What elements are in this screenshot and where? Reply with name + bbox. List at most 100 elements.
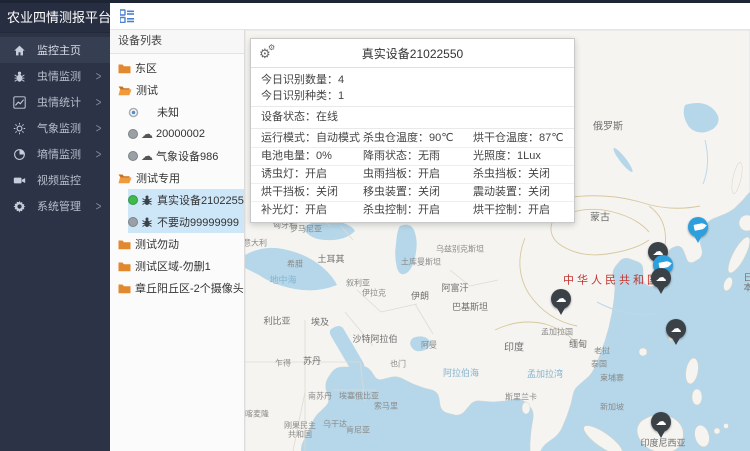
sidebar-item-system-manage[interactable]: 系统管理 >: [0, 193, 110, 219]
tree-item-device-21022550[interactable]: 真实设备21022550: [110, 189, 244, 211]
video-icon: [12, 173, 26, 187]
folder-open-icon: [118, 173, 132, 184]
popup-field: 虫雨挡板：开启: [363, 166, 473, 183]
tree-item-test-region[interactable]: 测试区域-勿删1: [110, 255, 244, 277]
chevron-right-icon: >: [96, 199, 102, 212]
tree-item-label: 测试勿动: [135, 236, 179, 252]
popup-field: 烘干仓温度：87℃: [473, 130, 574, 147]
sidebar-item-insect-monitor[interactable]: 虫情监测>: [0, 63, 110, 89]
pin-tail: [671, 336, 681, 345]
popup-field: 震动装置：关闭: [473, 184, 574, 201]
tree-item-test-notouch[interactable]: 测试勿动: [110, 233, 244, 255]
chart-icon: [12, 95, 26, 109]
tree-item-content: 东区: [118, 57, 244, 79]
tree-item-label: 测试: [136, 82, 158, 98]
folder-closed-icon: [118, 283, 131, 294]
sidebar-item-label: 视频监控: [37, 172, 81, 188]
video-camera-icon: [693, 223, 703, 231]
chevron-right-icon: >: [96, 121, 102, 134]
popup-field: 降雨状态：无雨: [363, 148, 473, 165]
sidebar-item-label: 气象监测: [37, 120, 81, 136]
popup-grid-row: 诱虫灯：开启虫雨挡板：开启杀虫挡板：关闭: [251, 165, 574, 183]
tree-item-content: 未知: [128, 101, 244, 123]
tree-item-content: 测试: [118, 79, 244, 101]
folder-closed-icon: [118, 261, 131, 272]
tree-item-label: 不要动99999999: [157, 214, 239, 230]
popup-field: 烘干挡板：关闭: [261, 184, 363, 201]
cloud-icon: ☁: [656, 273, 667, 284]
sidebar-item-video-monitor[interactable]: 视频监控: [0, 167, 110, 193]
tree-item-content: ☁20000002: [128, 123, 244, 145]
tree-item-content: 测试专用: [118, 167, 244, 189]
tree-item-label: 20000002: [156, 128, 205, 140]
bug-icon: [141, 216, 153, 228]
tree-item-label: 真实设备21022550: [157, 192, 244, 208]
home-icon: [12, 43, 26, 57]
popup-field: 移虫装置：关闭: [363, 184, 473, 201]
tree-item-east-zone[interactable]: 东区: [110, 57, 244, 79]
tree-item-content: 章丘阳丘区-2个摄像头: [118, 277, 244, 299]
sun-icon: [12, 121, 26, 135]
sidebar-item-label: 墒情监测: [37, 146, 81, 162]
tree-item-unknown-device[interactable]: 未知: [110, 101, 244, 123]
status-dot-gray: [128, 129, 138, 139]
tree-item-device-99999999[interactable]: 不要动99999999: [110, 211, 244, 233]
tree-item-content: 测试勿动: [118, 233, 244, 255]
device-panel-title: 设备列表: [110, 30, 244, 54]
popup-field: 诱虫灯：开启: [261, 166, 363, 183]
popup-field: 光照度：1Lux: [473, 148, 574, 165]
popup-header: ⚙⚙ 真实设备21022550: [251, 39, 574, 68]
map-canvas[interactable]: 俄罗斯蒙古中华人民共和国哈萨克斯坦乌克兰捷克匈牙利罗马尼亚意大利希腊土耳其乌兹别…: [245, 30, 750, 451]
pin-tail: [656, 429, 666, 438]
tree-item-label: 气象设备986: [156, 148, 218, 164]
tree-item-content: 真实设备21022550: [128, 189, 244, 211]
tree-item-device-986[interactable]: ☁气象设备986: [110, 145, 244, 167]
sidebar-item-insect-stats[interactable]: 虫情统计 >: [0, 89, 110, 115]
tree-item-test-zone[interactable]: 测试: [110, 79, 244, 101]
popup-field: 电池电量：0%: [261, 148, 363, 165]
camera-device-pin[interactable]: [687, 217, 709, 243]
cloud-icon: ☁: [556, 294, 567, 305]
chevron-right-icon: >: [96, 95, 102, 108]
weather-device-pin[interactable]: ☁: [550, 289, 572, 315]
weather-device-pin[interactable]: ☁: [650, 268, 672, 294]
weather-device-pin[interactable]: ☁: [665, 319, 687, 345]
tree-item-zhangqiu[interactable]: 章丘阳丘区-2个摄像头: [110, 277, 244, 299]
tree-item-device-20000002[interactable]: ☁20000002: [110, 123, 244, 145]
popup-field: 杀虫挡板：关闭: [473, 166, 574, 183]
folder-closed-icon: [118, 239, 131, 250]
settings-gears-icon[interactable]: ⚙⚙: [259, 47, 277, 60]
bug-icon: [141, 194, 153, 206]
app-title: 农业四情测报平台: [0, 0, 110, 33]
tree-item-content: ☁气象设备986: [128, 145, 244, 167]
sidebar-item-weather-monitor[interactable]: 气象监测 >: [0, 115, 110, 141]
sidebar-item-soil-monitor[interactable]: 墒情监测 >: [0, 141, 110, 167]
popup-detail-grid: 运行模式：自动模式杀虫仓温度：90℃烘干仓温度：87℃电池电量：0%降雨状态：无…: [251, 130, 574, 222]
weather-device-pin[interactable]: ☁: [650, 412, 672, 438]
list-tree-icon[interactable]: [120, 9, 134, 23]
popup-field: 杀虫控制：开启: [363, 202, 473, 219]
tree-item-label: 测试专用: [136, 170, 180, 186]
popup-summary-row: 今日识别数量：4: [251, 72, 574, 88]
topbar: [110, 3, 750, 30]
popup-field: 烘干控制：开启: [473, 202, 574, 219]
popup-grid-row: 运行模式：自动模式杀虫仓温度：90℃烘干仓温度：87℃: [251, 130, 574, 147]
sidebar-item-label: 虫情统计: [37, 94, 81, 110]
status-dot-gray: [128, 217, 138, 227]
top-strip: [0, 0, 750, 3]
pin-tail: [693, 234, 703, 243]
popup-grid-row: 电池电量：0%降雨状态：无雨光照度：1Lux: [251, 147, 574, 165]
sidebar-item-home[interactable]: 监控主页: [0, 37, 110, 63]
tree-item-label: 测试区域-勿删1: [135, 258, 211, 274]
cloud-icon: ☁: [141, 150, 153, 162]
tree-item-test-special[interactable]: 测试专用: [110, 167, 244, 189]
tree-item-label: 章丘阳丘区-2个摄像头: [135, 280, 244, 296]
chevron-right-icon: >: [96, 147, 102, 160]
device-panel: 设备列表 东区测试未知☁20000002☁气象设备986测试专用真实设备2102…: [110, 30, 245, 451]
device-tree: 东区测试未知☁20000002☁气象设备986测试专用真实设备21022550不…: [110, 54, 244, 299]
sidebar-item-label: 系统管理: [37, 198, 81, 214]
sidebar-menu: 监控主页虫情监测> 虫情统计 > 气象监测 > 墒情监测 > 视频监控系统管理 >: [0, 33, 110, 219]
sidebar: 农业四情测报平台 监控主页虫情监测>虫情统计>气象监测>墒情监测>视频监控系统管…: [0, 0, 110, 451]
popup-grid-row: 补光灯：开启杀虫控制：开启烘干控制：开启: [251, 201, 574, 219]
sidebar-item-label: 虫情监测: [37, 68, 81, 84]
